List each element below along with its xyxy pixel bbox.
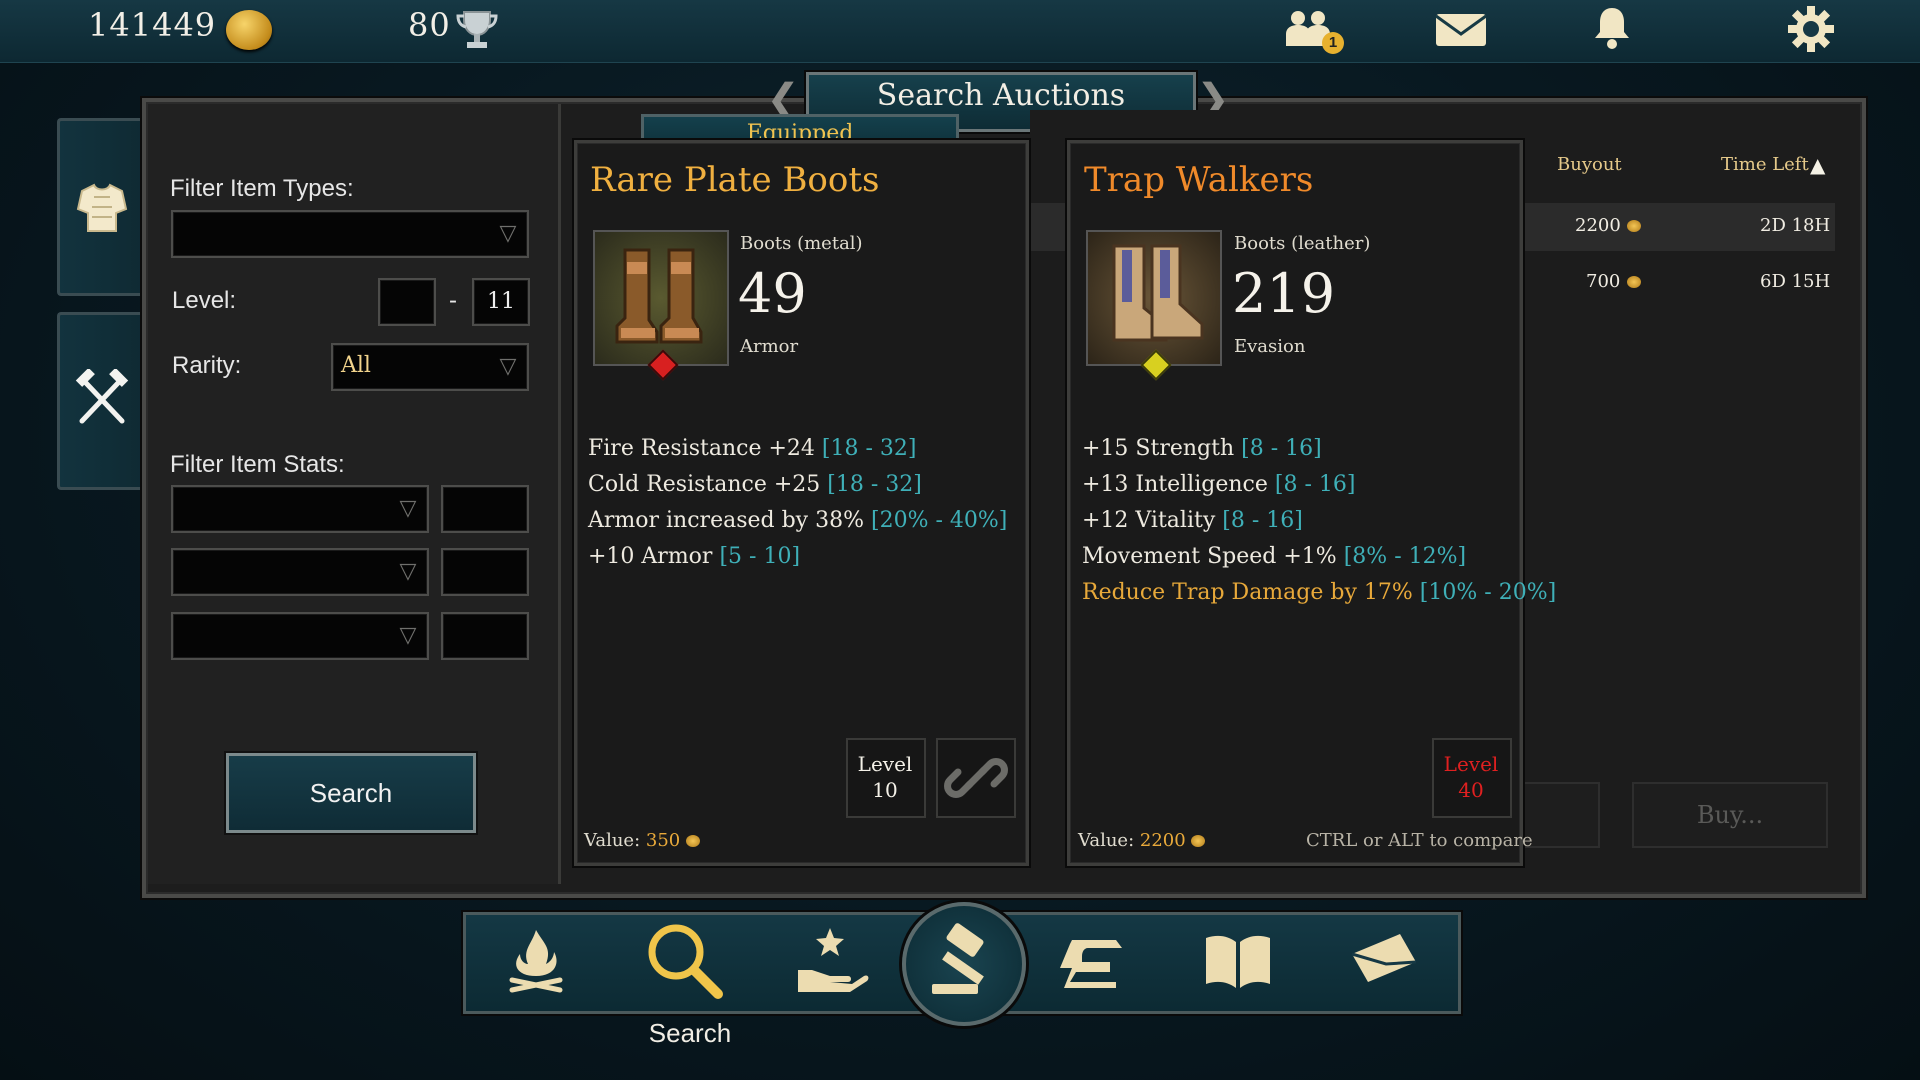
item-types-dropdown[interactable]: ▽ [171,210,529,258]
gear-icon[interactable] [1786,4,1836,54]
stat-line: Armor increased by 38% [20% - 40%] [588,508,1008,533]
auction-gavel-tab-active[interactable] [902,902,1026,1026]
level-max-value: 11 [487,289,515,314]
level-min-input[interactable] [378,278,436,326]
gold-amount: 141449 [88,6,217,44]
tab-armor[interactable] [57,118,144,296]
stat-line: +13 Intelligence [8 - 16] [1082,472,1356,497]
mail-icon[interactable] [1434,8,1488,50]
armor-icon [70,177,134,241]
chevron-down-icon: ▽ [399,623,417,648]
stat-value-input-1[interactable] [441,485,529,533]
stat-line-legendary: Reduce Trap Damage by 17% [10% - 20%] [1082,580,1557,605]
chevron-down-icon: ▽ [499,221,517,246]
coin-icon [1627,276,1641,288]
envelope-icon[interactable] [1344,920,1424,1000]
item-value: Value: 2200 [1078,830,1206,851]
item-type: Boots (leather) [1234,233,1371,254]
coin-icon [1627,220,1641,232]
item-evasion-label: Evasion [1234,336,1306,357]
friends-badge: 1 [1322,32,1344,54]
auction-gavel-icon [932,923,984,994]
magic-hand-icon[interactable] [790,920,870,1000]
leather-boots-icon [1086,230,1222,366]
coin-icon [1191,835,1206,847]
plate-boots-icon [593,230,729,366]
buy-button[interactable]: Buy... [1632,782,1828,848]
item-value: Value: 350 [584,830,700,851]
coin-icon [226,10,272,50]
rarity-value: All [341,353,371,378]
crossed-hammers-icon [72,367,132,429]
anvil-icon[interactable] [1052,920,1132,1000]
link-chain-icon[interactable] [936,738,1016,818]
tab-crafting[interactable] [57,312,144,490]
item-type: Boots (metal) [740,233,863,254]
row-buyout: 700 [1586,271,1621,292]
friends-icon[interactable]: 1 [1280,6,1350,56]
item-armor-value: 49 [738,262,807,325]
rarity-dropdown[interactable]: All ▽ [331,343,529,391]
item-evasion-value: 219 [1232,262,1336,325]
top-bar: 141449 80 1 [0,0,1920,63]
search-button[interactable]: Search [226,753,476,833]
bell-icon[interactable] [1592,4,1632,52]
level-separator: - [449,287,457,314]
stat-line: +12 Vitality [8 - 16] [1082,508,1303,533]
book-icon[interactable] [1198,920,1278,1000]
filter-item-stats-label: Filter Item Stats: [170,451,345,478]
chevron-down-icon: ▽ [399,559,417,584]
row-buyout: 2200 [1575,215,1621,236]
campfire-icon[interactable] [496,920,576,1000]
compare-hint: CTRL or ALT to compare [1306,830,1533,851]
row-time-left: 6D 15H [1760,271,1831,292]
stat-line: +15 Strength [8 - 16] [1082,436,1322,461]
sort-ascending-icon: ▲ [1810,153,1826,177]
stat-dropdown-3[interactable]: ▽ [171,612,429,660]
item-name: Rare Plate Boots [590,160,880,200]
stat-value-input-2[interactable] [441,548,529,596]
header-buyout[interactable]: Buyout [1557,154,1622,175]
stat-line: Fire Resistance +24 [18 - 32] [588,436,917,461]
filter-item-types-label: Filter Item Types: [170,175,354,202]
chevron-down-icon: ▽ [399,496,417,521]
nav-active-label: Search [648,1018,732,1048]
stat-line: Cold Resistance +25 [18 - 32] [588,472,922,497]
item-name: Trap Walkers [1084,160,1314,200]
item-level-label: Level [857,752,913,776]
stat-line: +10 Armor [5 - 10] [588,544,801,569]
trophy-icon [454,6,500,52]
item-level-value: 40 [1458,778,1484,802]
level-max-input[interactable]: 11 [472,278,530,326]
header-time-left[interactable]: Time Left [1721,154,1809,175]
window-title: Search Auctions [876,78,1126,113]
trophy-count: 80 [408,6,451,44]
search-icon[interactable] [640,918,730,1002]
item-level-value: 10 [872,778,898,802]
row-time-left: 2D 18H [1760,215,1831,236]
stat-dropdown-1[interactable]: ▽ [171,485,429,533]
level-label: Level: [172,287,237,314]
chevron-down-icon: ▽ [499,354,517,379]
item-level-label: Level [1443,752,1499,776]
stat-dropdown-2[interactable]: ▽ [171,548,429,596]
stat-line: Movement Speed +1% [8% - 12%] [1082,544,1467,569]
rarity-label: Rarity: [172,352,242,379]
item-armor-label: Armor [740,336,799,357]
stat-value-input-3[interactable] [441,612,529,660]
coin-icon [685,835,700,847]
